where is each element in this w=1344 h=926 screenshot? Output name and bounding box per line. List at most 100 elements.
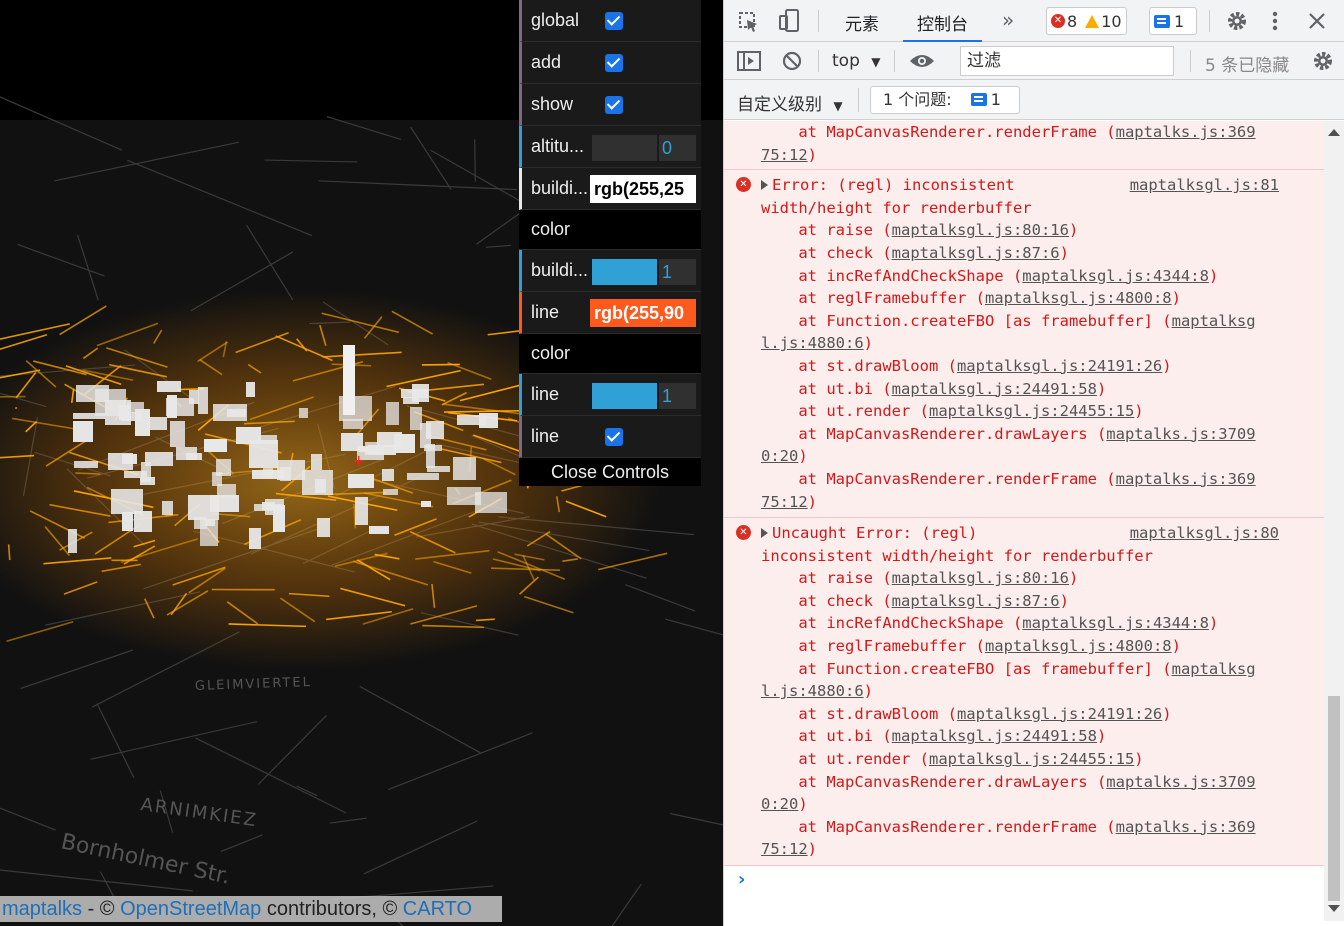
source-link[interactable]: maptalksgl.js:4800:8: [985, 289, 1172, 307]
toolbar-divider: [1190, 50, 1191, 72]
devtools-panel: 元素 控制台 » ✕ 8 10 1 top ▼ 过滤 5 条已隐藏 自定义级别 …: [723, 0, 1344, 926]
console-output: at MapCanvasRenderer.renderFrame (maptal…: [724, 121, 1324, 921]
scroll-up-icon[interactable]: [1328, 129, 1340, 136]
error-message[interactable]: Uncaught Error: (regl): [761, 522, 1324, 545]
source-link[interactable]: l.js:4880:6: [761, 334, 864, 352]
gui-row-show[interactable]: show: [519, 84, 701, 126]
building-opacity-slider[interactable]: [592, 259, 657, 285]
line-color-input[interactable]: rgb(255,90: [590, 299, 696, 327]
warning-icon: [1085, 14, 1100, 28]
console-settings-icon[interactable]: [1312, 50, 1334, 72]
more-tabs-icon[interactable]: »: [1002, 8, 1014, 32]
source-link[interactable]: maptalksgl.js:24191:26: [957, 357, 1162, 375]
gui-row-add[interactable]: add: [519, 42, 701, 84]
stack-frame: 75:12): [761, 840, 818, 859]
scroll-down-icon[interactable]: [1328, 905, 1340, 912]
tab-elements[interactable]: 元素: [845, 10, 879, 35]
console-scrollbar[interactable]: [1324, 121, 1344, 921]
stack-frame: at ut.render (maptalksgl.js:24455:15): [761, 750, 1144, 769]
clear-console-icon[interactable]: [782, 51, 802, 71]
line-opacity-slider[interactable]: [592, 383, 657, 409]
issue-counts[interactable]: ✕ 8 10: [1046, 7, 1127, 35]
context-selector[interactable]: top ▼: [832, 51, 881, 71]
sidebar-toggle-icon[interactable]: [737, 51, 761, 71]
source-link[interactable]: maptalks.js:369: [1116, 123, 1256, 141]
source-link[interactable]: maptalks.js:3709: [1106, 773, 1255, 791]
source-link[interactable]: maptalksgl.js:87:6: [892, 592, 1060, 610]
close-controls-button[interactable]: Close Controls: [519, 458, 701, 486]
altitude-slider[interactable]: [592, 135, 657, 161]
stack-frame: at MapCanvasRenderer.drawLayers (maptalk…: [761, 424, 1256, 443]
source-link[interactable]: 0:20: [761, 795, 798, 813]
scrollbar-thumb[interactable]: [1328, 696, 1340, 901]
message-count-badge[interactable]: 1: [1149, 7, 1197, 35]
gui-row-building-color[interactable]: buildi... rgb(255,25: [519, 168, 701, 210]
settings-gear-icon[interactable]: [1226, 10, 1248, 32]
issues-button[interactable]: 1 个问题: 1: [870, 86, 1020, 114]
error-message: inconsistent width/height for renderbuff…: [761, 546, 1153, 565]
gui-row-line-toggle[interactable]: line: [519, 416, 701, 458]
console-entry: at MapCanvasRenderer.renderFrame (maptal…: [724, 121, 1324, 171]
osm-link[interactable]: OpenStreetMap: [120, 898, 261, 920]
altitude-input[interactable]: 0: [659, 135, 696, 161]
line-checkbox[interactable]: [605, 428, 623, 446]
gui-label: line: [531, 426, 560, 446]
show-checkbox[interactable]: [605, 96, 623, 114]
gui-row-altitude[interactable]: altitu... 0: [519, 126, 701, 168]
tab-console[interactable]: 控制台: [903, 10, 982, 42]
add-checkbox[interactable]: [605, 54, 623, 72]
device-toolbar-icon[interactable]: [779, 9, 801, 33]
gui-folder-title[interactable]: color: [519, 334, 701, 374]
source-link[interactable]: 75:12: [761, 146, 808, 164]
expand-triangle-icon[interactable]: [761, 528, 768, 539]
source-link[interactable]: maptalks.js:369: [1116, 818, 1256, 836]
maptalks-link[interactable]: maptalks: [2, 898, 82, 920]
gui-label: show: [531, 94, 574, 114]
source-link[interactable]: l.js:4880:6: [761, 682, 864, 700]
more-options-icon[interactable]: [1272, 11, 1278, 31]
line-opacity-input[interactable]: 1: [659, 383, 696, 409]
source-link[interactable]: maptalksgl.js:4800:8: [985, 637, 1172, 655]
expand-triangle-icon[interactable]: [761, 180, 768, 191]
stack-frame: 75:12): [761, 492, 818, 511]
stack-frame: 0:20): [761, 447, 808, 466]
log-levels-dropdown[interactable]: 自定义级别 ▼: [737, 90, 843, 115]
building-opacity-input[interactable]: 1: [659, 259, 696, 285]
source-link[interactable]: maptalksgl.js:24191:26: [957, 705, 1162, 723]
eye-icon[interactable]: [909, 53, 935, 69]
source-link[interactable]: maptalksgl.js:4344:8: [1022, 614, 1209, 632]
inspect-element-icon[interactable]: [738, 11, 760, 33]
carto-link[interactable]: CARTO: [403, 898, 472, 920]
stack-frame: at ut.bi (maptalksgl.js:24491:58): [761, 379, 1107, 398]
filter-input[interactable]: 过滤: [960, 46, 1174, 76]
context-label: top: [832, 51, 860, 71]
source-link[interactable]: maptalksgl.js:87:6: [892, 244, 1060, 262]
source-link[interactable]: maptalksgl.js:24455:15: [929, 402, 1134, 420]
global-checkbox[interactable]: [605, 12, 623, 30]
source-link[interactable]: 0:20: [761, 447, 798, 465]
stack-frame: at Function.createFBO [as framebuffer] (…: [761, 659, 1256, 678]
devtools-main-toolbar: 元素 控制台 » ✕ 8 10 1: [724, 0, 1344, 42]
gui-row-building-opacity[interactable]: buildi... 1: [519, 250, 701, 292]
source-link[interactable]: maptalksgl.js:80:16: [892, 221, 1069, 239]
source-link[interactable]: maptalksgl.js:24455:15: [929, 750, 1134, 768]
gui-label: line: [531, 302, 560, 322]
source-link[interactable]: maptalksg: [1172, 660, 1256, 678]
source-link[interactable]: 75:12: [761, 840, 808, 858]
source-link[interactable]: maptalks.js:369: [1116, 470, 1256, 488]
gui-row-line-color[interactable]: line rgb(255,90: [519, 292, 701, 334]
console-prompt-icon[interactable]: ›: [738, 869, 745, 890]
close-devtools-icon[interactable]: [1308, 12, 1326, 30]
error-message[interactable]: Error: (regl) inconsistent: [761, 174, 1324, 197]
source-link[interactable]: maptalksgl.js:4344:8: [1022, 267, 1209, 285]
source-link[interactable]: maptalksgl.js:24491:58: [892, 380, 1097, 398]
source-link[interactable]: maptalksgl.js:80:16: [892, 569, 1069, 587]
source-link[interactable]: maptalksg: [1172, 312, 1256, 330]
source-link[interactable]: maptalks.js:3709: [1106, 425, 1255, 443]
gui-folder-title[interactable]: color: [519, 210, 701, 250]
gui-row-global[interactable]: global: [519, 0, 701, 42]
source-link[interactable]: maptalksgl.js:24491:58: [892, 727, 1097, 745]
source-link[interactable]: 75:12: [761, 493, 808, 511]
building-color-input[interactable]: rgb(255,25: [590, 175, 696, 203]
gui-row-line-opacity[interactable]: line 1: [519, 374, 701, 416]
